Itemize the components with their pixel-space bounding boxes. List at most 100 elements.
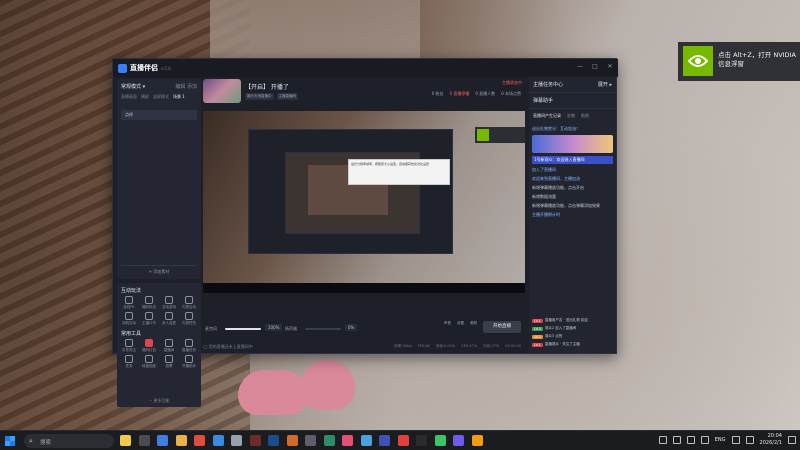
app-icon[interactable] [471,435,483,446]
search-placeholder: 搜索 [40,440,52,446]
scene-source-item[interactable]: 点评 [121,110,197,120]
tab-stickers[interactable]: 贴纸 [581,113,589,119]
app-icon[interactable] [453,435,464,446]
scene-header: 常规模式 ▾ 编辑 添加 [117,79,201,94]
tool-item[interactable]: 任务 [119,355,139,369]
control-buttons: 声音 设置 美颜 [444,321,477,326]
chat-app-icon[interactable] [157,435,168,446]
tool-item[interactable]: 多人连麦 [159,312,179,326]
tray-app-icon[interactable] [700,436,709,444]
add-source-button[interactable]: + 添加素材 [121,265,197,275]
app-icon[interactable] [416,435,427,446]
tools-panel: 互动玩法 连线PK 福利玩法 互动游戏 礼物互动 涂鸦互动 主播口令 多人连麦 … [117,283,201,407]
status-metric: CPU:17% [461,344,478,348]
scene-tab[interactable]: 直播画面 [121,94,137,100]
interact-title: 互动玩法 [121,288,142,294]
stat-likes: 0 本场点赞 [501,91,521,96]
language-indicator[interactable]: ENG [715,437,726,443]
tool-item[interactable]: 主播口令 [139,312,159,326]
app-icon[interactable] [360,435,372,446]
app-icon[interactable] [434,435,446,446]
cube-app-icon[interactable] [231,435,242,446]
close-button[interactable]: ✕ [606,63,614,71]
scene-mode-dropdown[interactable]: 常规模式 ▾ [121,83,145,90]
file-explorer-icon[interactable] [175,435,187,446]
tool-item[interactable]: 互动游戏 [159,296,179,310]
app-icon[interactable] [323,435,335,446]
chrome-icon[interactable] [194,435,205,446]
task-view-icon[interactable] [138,435,150,446]
tab-gifts[interactable]: 礼物 [567,113,575,119]
weather-icon[interactable] [120,435,131,446]
danmaku-header: 弹幕助手 [529,93,616,109]
danmaku-tabs: 直播间产生记录 礼物 贴纸 [529,109,616,123]
tray-app-icon[interactable] [672,436,681,444]
room-tag[interactable]: 娱乐天地直播中 [245,93,274,100]
status-message[interactable]: ◯ 您的直播还未上直播间中 [203,344,253,350]
task-center-open[interactable]: 展开 ▸ [598,81,612,88]
tool-item[interactable]: 涂鸦互动 [119,312,139,326]
status-metrics: 码率:0kb/s FPS:60 丢帧:0.00% CPU:17% 内存:27% … [394,344,521,349]
live-companion-icon[interactable] [397,435,409,446]
room-title[interactable]: 【开启】 开播了 [245,82,289,91]
level-chip: LV.3 [532,326,543,331]
app-icon[interactable] [286,435,298,446]
nvidia-overlay-toast[interactable]: 点击 Alt+Z，打开 NVIDIA 信息浮窗 [678,42,800,81]
scene-tab-active[interactable]: 场景 1 [173,94,185,100]
tool-item[interactable]: 直播间 [159,339,179,353]
speaker-slider[interactable] [305,328,341,330]
promo-banner[interactable] [532,135,613,153]
nvidia-toast-text: 点击 Alt+Z，打开 NVIDIA 信息浮窗 [718,51,796,68]
tool-item[interactable]: 连线PK [119,296,139,310]
start-live-button[interactable]: 开始直播 [483,321,521,333]
steam-icon[interactable] [268,435,279,446]
notification-icon[interactable] [788,436,796,444]
clock[interactable]: 20:04 2026/2/1 [760,433,782,447]
tool-item[interactable]: 礼物任务 [179,312,199,326]
room-cover-thumbnail[interactable] [203,79,241,103]
app-icon[interactable] [342,435,353,446]
chat-text: 直播用户名 · 送出礼物 欢迎 [544,318,588,322]
scene-tab[interactable]: 竖屏模式 [153,94,169,100]
status-metric: 码率:0kb/s [394,344,412,348]
scene-tab[interactable]: 横屏 [141,94,149,100]
network-icon[interactable] [731,436,740,444]
app-icon[interactable] [305,435,316,446]
tool-item[interactable]: 投票 [159,355,179,369]
minimize-button[interactable]: — [576,63,584,71]
mic-label: 麦克风 [205,326,217,331]
speaker-label: 扬声器 [285,326,297,331]
stream-preview[interactable]: 最长分辨率帧率，按照原大小设置，自动保存优化对比设置 [203,111,525,293]
tool-item[interactable]: 直播任务 [179,339,199,353]
tool-item[interactable]: 礼物互动 [179,296,199,310]
room-header: 【开启】 开播了 娱乐天地直播中 主播直播间 主播状态中 0 粉丝 0 直播停播… [203,77,525,109]
mic-slider[interactable] [225,328,261,330]
tool-item[interactable]: 福利玩法 [139,296,159,310]
status-metric: FPS:60 [417,344,430,348]
tool-item[interactable]: 引导关注 [119,339,139,353]
sound-button[interactable]: 声音 [444,321,451,326]
app-icon[interactable] [379,435,390,446]
app-icon[interactable] [249,435,261,446]
maximize-button[interactable]: □ [591,63,599,71]
store-icon[interactable] [212,435,224,446]
tray-overflow-icon[interactable] [658,436,667,444]
tab-records[interactable]: 直播间产生记录 [533,113,561,119]
room-icon [165,339,173,347]
more-features-link[interactable]: ··· 更多功能 [117,398,201,404]
scene-actions[interactable]: 编辑 添加 [175,83,197,90]
nested-app-window [248,129,453,254]
tool-item[interactable]: 转盘抽奖 [139,355,159,369]
volume-icon[interactable] [745,436,754,444]
tray-app-icon[interactable] [686,436,695,444]
room-tag[interactable]: 主播直播间 [276,93,298,100]
chat-message: 送出礼物赏分：互动加油！ [532,126,580,131]
tool-item[interactable]: 福利红包 [139,339,159,353]
tool-item[interactable]: 开播助手 [179,355,199,369]
windows-start-icon[interactable] [5,436,15,446]
taskbar-search[interactable]: ⌕ 搜索 [24,434,114,448]
app-brand: 直播伴侣 v.5.0 [118,63,171,73]
settings-button[interactable]: 设置 [457,321,464,326]
interact-grid: 连线PK 福利玩法 互动游戏 礼物互动 涂鸦互动 主播口令 多人连麦 礼物任务 [117,296,201,326]
beauty-button[interactable]: 美颜 [470,321,477,326]
